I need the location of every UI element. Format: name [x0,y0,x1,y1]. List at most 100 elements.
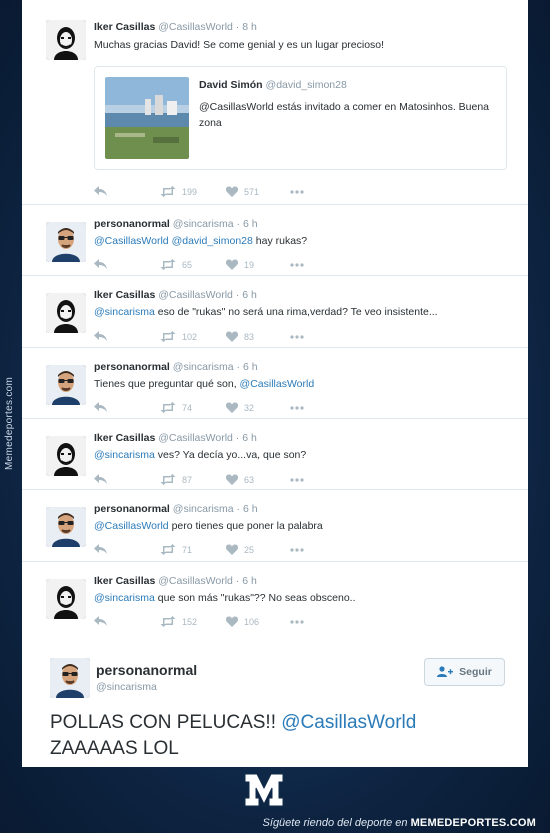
like-button[interactable]: 106 [226,616,259,627]
tweet-text: @sincarisma que son más "rukas"?? No sea… [94,592,356,604]
tweet-text-body: pero tienes que poner la palabra [168,520,323,532]
mention-link[interactable]: @sincarisma [94,306,155,318]
user-handle: @sincarisma [172,361,234,373]
more-icon [290,406,304,410]
more-button[interactable] [290,406,304,410]
reply-button[interactable] [94,616,107,626]
tweet-time[interactable]: · 6 h [236,575,257,587]
tweet-actions: 87 63 [94,474,334,486]
tweet-item[interactable]: Iker Casillas @CasillasWorld · 6 h @sinca… [22,419,528,490]
footer-banner: Sígüete riendo del deporte en MEMEDEPORT… [0,813,550,833]
reply-button[interactable] [94,402,107,412]
avatar[interactable] [46,365,86,405]
more-icon [290,478,304,482]
user-name[interactable]: Iker Casillas [94,21,155,33]
quoted-tweet-image[interactable] [105,77,189,159]
mention-link[interactable]: @sincarisma [94,592,155,604]
retweet-button[interactable]: 65 [160,259,192,270]
add-user-icon [437,666,454,677]
user-name[interactable]: personanormal [94,361,170,373]
reply-button[interactable] [94,544,107,554]
tweet-time[interactable]: · 6 h [236,432,257,444]
quoted-tweet-text: @CasillasWorld estás invitado a comer en… [199,101,490,129]
tweet-time[interactable]: · 6 h [237,503,258,515]
tweet-time[interactable]: · 6 h [237,218,258,230]
more-button[interactable] [290,548,304,552]
user-name[interactable]: personanormal [94,503,170,515]
featured-user-handle: @sincarisma [96,681,157,693]
tweet-item[interactable]: personanormal @sincarisma · 6 h Tienes qu… [22,348,528,419]
reply-button[interactable] [94,474,107,484]
tweet-feed: Iker Casillas @CasillasWorld · 8 h Muchas… [22,0,528,767]
featured-tweet-text: POLLAS CON PELUCAS!! @CasillasWorld ZAAA… [50,710,510,762]
like-button[interactable]: 32 [226,402,254,413]
user-name[interactable]: personanormal [94,218,170,230]
tweet-item[interactable]: personanormal @sincarisma · 6 h @Casillas… [22,205,528,276]
more-button[interactable] [290,263,304,267]
retweet-button[interactable]: 102 [160,331,197,342]
footer-brand[interactable]: MEMEDEPORTES.COM [411,817,536,829]
avatar[interactable] [46,222,86,262]
like-button[interactable]: 25 [226,544,254,555]
featured-user-name[interactable]: personanormal [96,662,197,678]
more-button[interactable] [290,478,304,482]
like-button[interactable]: 19 [226,259,254,270]
follow-button[interactable]: Seguir [424,658,505,686]
tweet-text-body: eso de "rukas" no será una rima,verdad? … [154,306,438,318]
more-button[interactable] [290,335,304,339]
tweet-header: Iker Casillas @CasillasWorld · 6 h [94,289,257,301]
user-handle: @CasillasWorld [158,21,233,33]
mention-link[interactable]: @sincarisma [94,449,155,461]
mention-link[interactable]: @CasillasWorld [94,520,169,532]
mention-link[interactable]: @CasillasWorld [240,378,315,390]
featured-mention-link[interactable]: @CasillasWorld [281,712,416,733]
retweet-button[interactable]: 71 [160,544,192,555]
more-icon [290,335,304,339]
user-name[interactable]: Iker Casillas [94,575,155,587]
retweet-icon [160,402,176,413]
like-count: 63 [244,474,255,485]
avatar[interactable] [46,579,86,619]
reply-button[interactable] [94,259,107,269]
tweet-time[interactable]: · 6 h [237,361,258,373]
avatar[interactable] [46,293,86,333]
more-button[interactable] [290,620,304,624]
more-button[interactable] [290,190,304,194]
reply-button[interactable] [94,331,107,341]
memedeportes-logo [244,773,284,807]
user-name[interactable]: Iker Casillas [94,289,155,301]
tweet-text: @CasillasWorld @david_simon28 hay rukas? [94,235,307,247]
retweet-icon [160,186,176,197]
tweet-text-body: hay rukas? [252,235,308,247]
quoted-tweet-card[interactable]: David Simón @david_simon28 @CasillasWorl… [94,66,507,170]
retweet-count: 102 [182,331,198,342]
user-name[interactable]: Iker Casillas [94,432,155,444]
tweet-header: Iker Casillas @CasillasWorld · 6 h [94,432,257,444]
tweet-text-body: ves? Ya decía yo...va, que son? [154,449,307,461]
reply-button[interactable] [94,186,107,196]
avatar[interactable] [46,507,86,547]
quoted-tweet-header: David Simón @david_simon28 [199,79,347,91]
retweet-button[interactable]: 199 [160,186,197,197]
quoted-user-name[interactable]: David Simón [199,79,263,91]
tweet-text: Muchas gracias David! Se come genial y e… [94,39,384,51]
retweet-button[interactable]: 74 [160,402,192,413]
like-button[interactable]: 83 [226,331,254,342]
avatar[interactable] [50,658,90,698]
tweet-time[interactable]: · 8 h [236,21,257,33]
tweet-text: @sincarisma ves? Ya decía yo...va, que s… [94,449,306,461]
reply-icon [94,331,107,341]
tweet-item[interactable]: Iker Casillas @CasillasWorld · 6 h @sinca… [22,276,528,348]
tweet-item[interactable]: Iker Casillas @CasillasWorld · 6 h @sinca… [22,562,528,634]
tweet-header: Iker Casillas @CasillasWorld · 8 h [94,21,257,33]
tweet-time[interactable]: · 6 h [236,289,257,301]
retweet-button[interactable]: 152 [160,616,197,627]
mention-link[interactable]: @CasillasWorld @david_simon28 [94,235,253,247]
avatar[interactable] [46,20,86,60]
tweet-actions: 152 106 [94,616,334,628]
like-button[interactable]: 63 [226,474,254,485]
tweet-item[interactable]: personanormal @sincarisma · 6 h @Casillas… [22,490,528,562]
like-button[interactable]: 571 [226,186,259,197]
retweet-button[interactable]: 87 [160,474,192,485]
avatar[interactable] [46,436,86,476]
